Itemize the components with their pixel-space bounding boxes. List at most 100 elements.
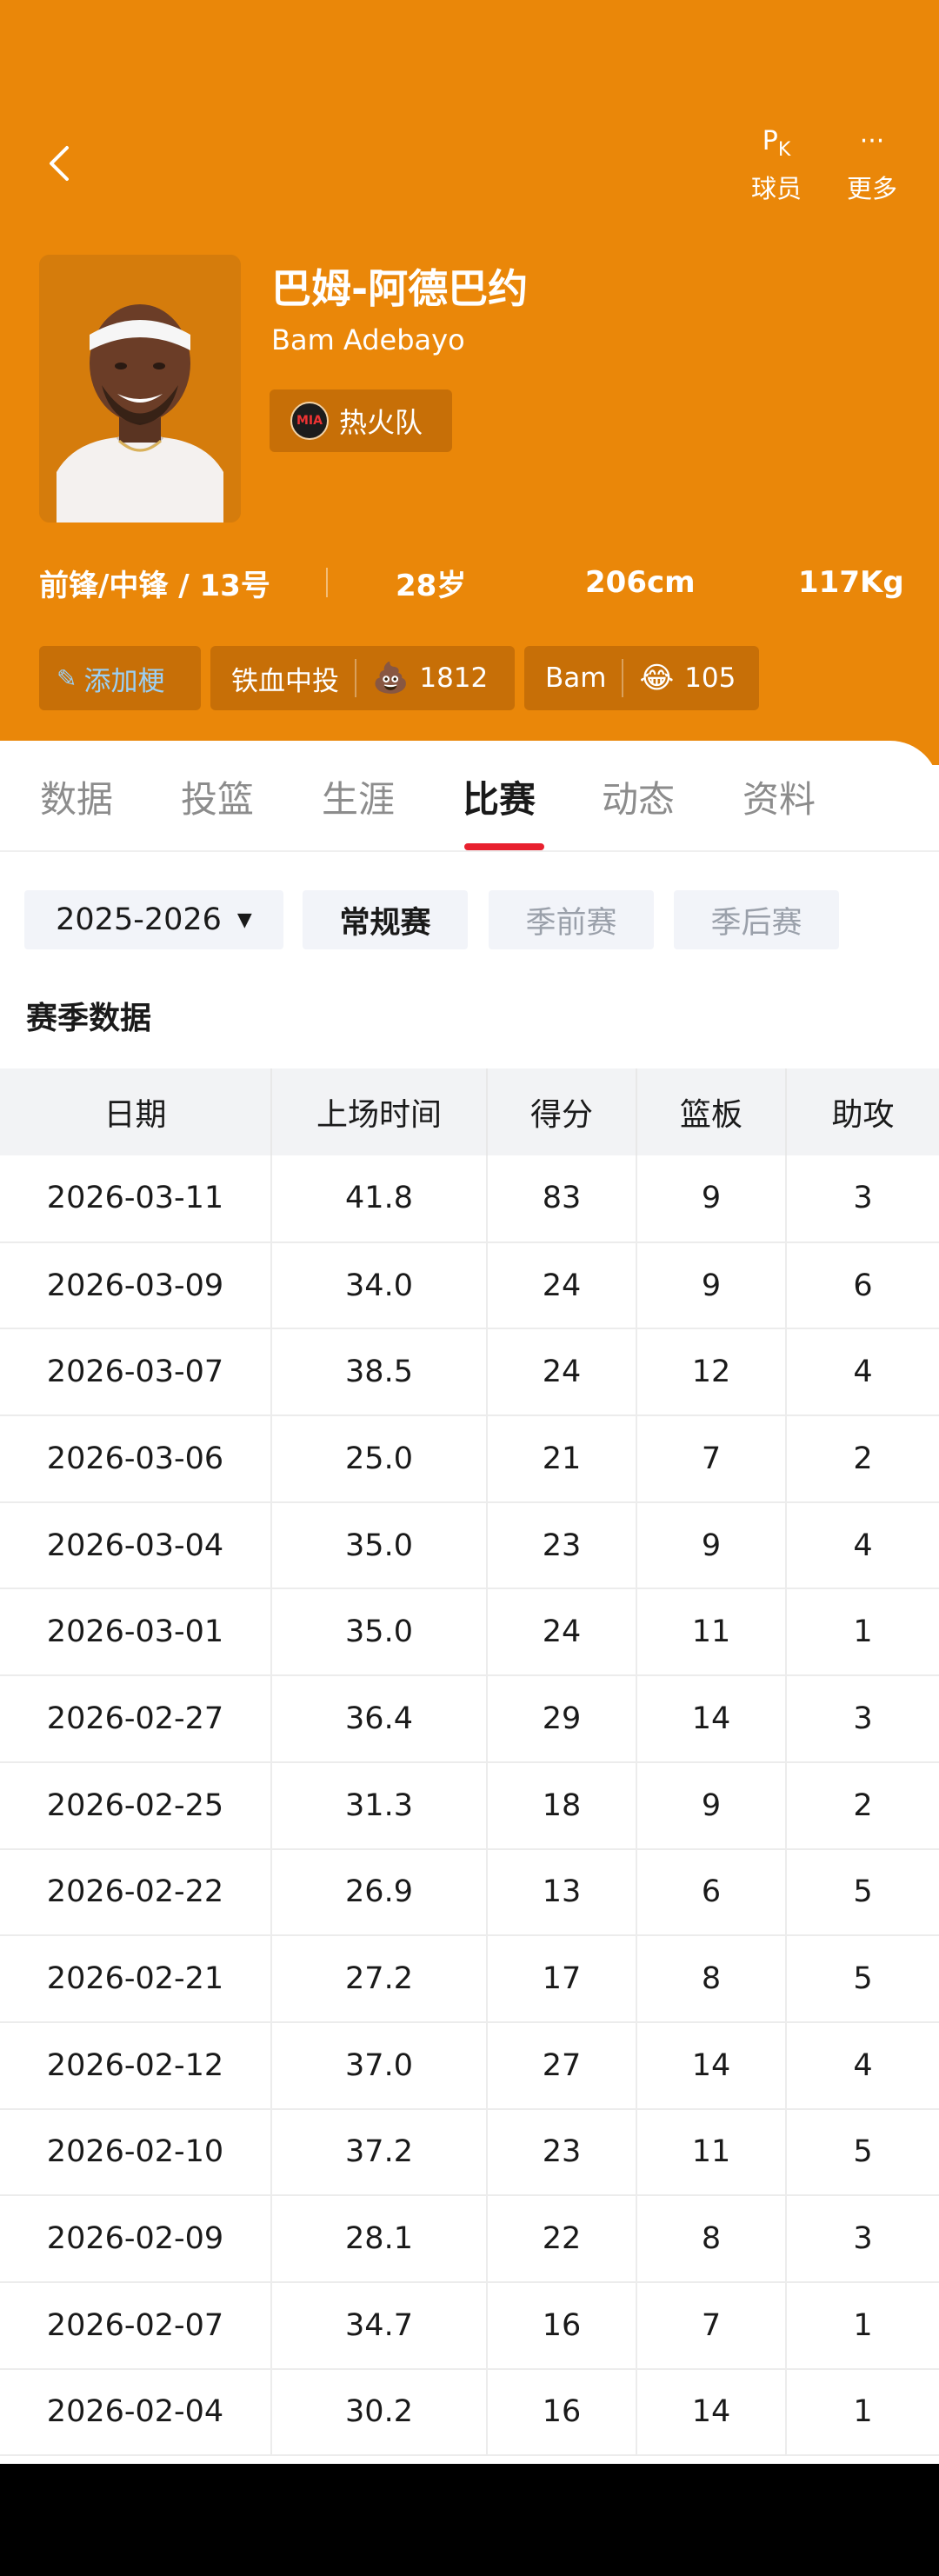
more-button[interactable]: ··· 更多	[833, 122, 911, 209]
table-row[interactable]: 2026-02-12 37.0 27 14 4	[0, 2021, 939, 2110]
cell-assists: 5	[786, 1935, 939, 2023]
cell-points: 16	[487, 2281, 637, 2370]
table-row[interactable]: 2026-02-10 37.2 23 11 5	[0, 2108, 939, 2197]
cell-points: 83	[487, 1155, 637, 1243]
col-header-points[interactable]: 得分	[487, 1068, 637, 1155]
cell-points: 24	[487, 1328, 637, 1417]
table-row[interactable]: 2026-02-22 26.9 13 6 5	[0, 1848, 939, 1937]
back-button[interactable]	[35, 139, 83, 188]
table-row[interactable]: 2026-03-04 35.0 23 9 4	[0, 1501, 939, 1590]
table-row[interactable]: 2026-03-01 35.0 24 11 1	[0, 1588, 939, 1677]
section-title: 赛季数据	[26, 1001, 152, 1036]
meme-tag-2[interactable]: Bam 😂 105	[524, 646, 759, 710]
tab-shooting[interactable]: 投篮	[181, 770, 254, 823]
tab-news[interactable]: 动态	[602, 770, 675, 823]
col-header-rebounds[interactable]: 篮板	[636, 1068, 787, 1155]
cell-date: 2026-02-27	[0, 1675, 272, 1763]
filter-postseason[interactable]: 季后赛	[674, 890, 839, 949]
table-row[interactable]: 2026-03-09 34.0 24 9 6	[0, 1241, 939, 1330]
cell-date: 2026-02-12	[0, 2021, 272, 2110]
pk-label: 球员	[750, 174, 802, 203]
cell-assists: 4	[786, 1501, 939, 1590]
cell-minutes: 34.0	[271, 1241, 488, 1330]
cell-points: 21	[487, 1415, 637, 1503]
table-row[interactable]: 2026-03-11 41.8 83 9 3	[0, 1155, 939, 1243]
cell-points: 24	[487, 1588, 637, 1677]
cell-rebounds: 14	[636, 2021, 787, 2110]
cell-minutes: 31.3	[271, 1761, 488, 1850]
cell-rebounds: 11	[636, 2108, 787, 2197]
player-header: PK 球员 ··· 更多 巴姆-阿德巴约 Bam Adebayo MIA 热火队…	[0, 0, 939, 765]
cell-rebounds: 9	[636, 1501, 787, 1590]
laughing-emoji-icon: 😂	[639, 661, 675, 696]
cell-date: 2026-02-10	[0, 2108, 272, 2197]
table-row[interactable]: 2026-02-07 34.7 16 7 1	[0, 2281, 939, 2370]
pk-compare-button[interactable]: PK 球员	[737, 122, 816, 209]
cell-minutes: 36.4	[271, 1675, 488, 1763]
table-row[interactable]: 2026-03-07 38.5 24 12 4	[0, 1328, 939, 1417]
team-tag[interactable]: MIA 热火队	[270, 389, 452, 452]
bio-divider	[326, 568, 328, 597]
table-row[interactable]: 2026-02-04 30.2 16 14 1	[0, 2368, 939, 2457]
caret-down-icon: ▼	[236, 909, 252, 931]
chevron-left-icon	[50, 146, 69, 181]
season-stats-table: 日期 上场时间 得分 篮板 助攻 2026-03-11 41.8 83 9 3 2026-…	[0, 1068, 939, 2457]
table-row[interactable]: 2026-02-25 31.3 18 9 2	[0, 1761, 939, 1850]
cell-assists: 5	[786, 2108, 939, 2197]
player-weight: 117Kg	[798, 565, 904, 600]
cell-date: 2026-03-09	[0, 1241, 272, 1330]
tab-career[interactable]: 生涯	[322, 770, 395, 823]
team-name: 热火队	[339, 406, 423, 439]
cell-minutes: 41.8	[271, 1155, 488, 1243]
cell-date: 2026-03-06	[0, 1415, 272, 1503]
cell-points: 23	[487, 2108, 637, 2197]
cell-rebounds: 9	[636, 1155, 787, 1243]
meme-tag-1[interactable]: 铁血中投 💩 1812	[210, 646, 515, 710]
cell-assists: 1	[786, 1588, 939, 1677]
player-name-cn: 巴姆-阿德巴约	[271, 265, 529, 312]
cell-assists: 4	[786, 2021, 939, 2110]
filter-regular-season[interactable]: 常规赛	[303, 890, 468, 949]
season-select[interactable]: 2025-2026 ▼	[24, 890, 283, 949]
filter-preseason[interactable]: 季前赛	[489, 890, 654, 949]
add-meme-button[interactable]: ✎ 添加梗	[39, 646, 201, 710]
table-row[interactable]: 2026-02-27 36.4 29 14 3	[0, 1675, 939, 1763]
cell-minutes: 25.0	[271, 1415, 488, 1503]
cell-date: 2026-02-21	[0, 1935, 272, 2023]
col-header-minutes[interactable]: 上场时间	[271, 1068, 488, 1155]
cell-rebounds: 8	[636, 1935, 787, 2023]
col-header-date[interactable]: 日期	[0, 1068, 272, 1155]
player-photo	[39, 255, 241, 523]
cell-rebounds: 8	[636, 2195, 787, 2283]
table-row[interactable]: 2026-02-09 28.1 22 8 3	[0, 2195, 939, 2283]
cell-points: 23	[487, 1501, 637, 1590]
cell-date: 2026-03-11	[0, 1155, 272, 1243]
col-header-assists[interactable]: 助攻	[786, 1068, 939, 1155]
cell-minutes: 34.7	[271, 2281, 488, 2370]
cell-points: 16	[487, 2368, 637, 2457]
cell-assists: 1	[786, 2368, 939, 2457]
tab-games[interactable]: 比赛	[463, 770, 536, 823]
cell-assists: 6	[786, 1241, 939, 1330]
more-dots-icon: ···	[859, 125, 885, 156]
cell-minutes: 26.9	[271, 1848, 488, 1937]
cell-minutes: 28.1	[271, 2195, 488, 2283]
tab-profile[interactable]: 资料	[743, 770, 816, 823]
chip-divider	[355, 659, 356, 697]
meme-tag-2-count: 105	[684, 662, 736, 694]
cell-assists: 2	[786, 1761, 939, 1850]
cell-points: 18	[487, 1761, 637, 1850]
cell-date: 2026-03-01	[0, 1588, 272, 1677]
active-tab-indicator	[464, 843, 544, 850]
table-row[interactable]: 2026-02-21 27.2 17 8 5	[0, 1935, 939, 2023]
content-card: 数据 投篮 生涯 比赛 动态 资料 2025-2026 ▼ 常规赛 季前赛 季后…	[0, 741, 939, 2479]
more-label: 更多	[846, 174, 897, 203]
player-bio-row: 前锋/中锋 / 13号 28岁 206cm 117Kg	[39, 556, 904, 609]
cell-rebounds: 14	[636, 2368, 787, 2457]
cell-points: 22	[487, 2195, 637, 2283]
table-row[interactable]: 2026-03-06 25.0 21 7 2	[0, 1415, 939, 1503]
cell-date: 2026-03-07	[0, 1328, 272, 1417]
tab-stats[interactable]: 数据	[40, 770, 113, 823]
player-name-en: Bam Adebayo	[271, 323, 465, 356]
cell-points: 17	[487, 1935, 637, 2023]
